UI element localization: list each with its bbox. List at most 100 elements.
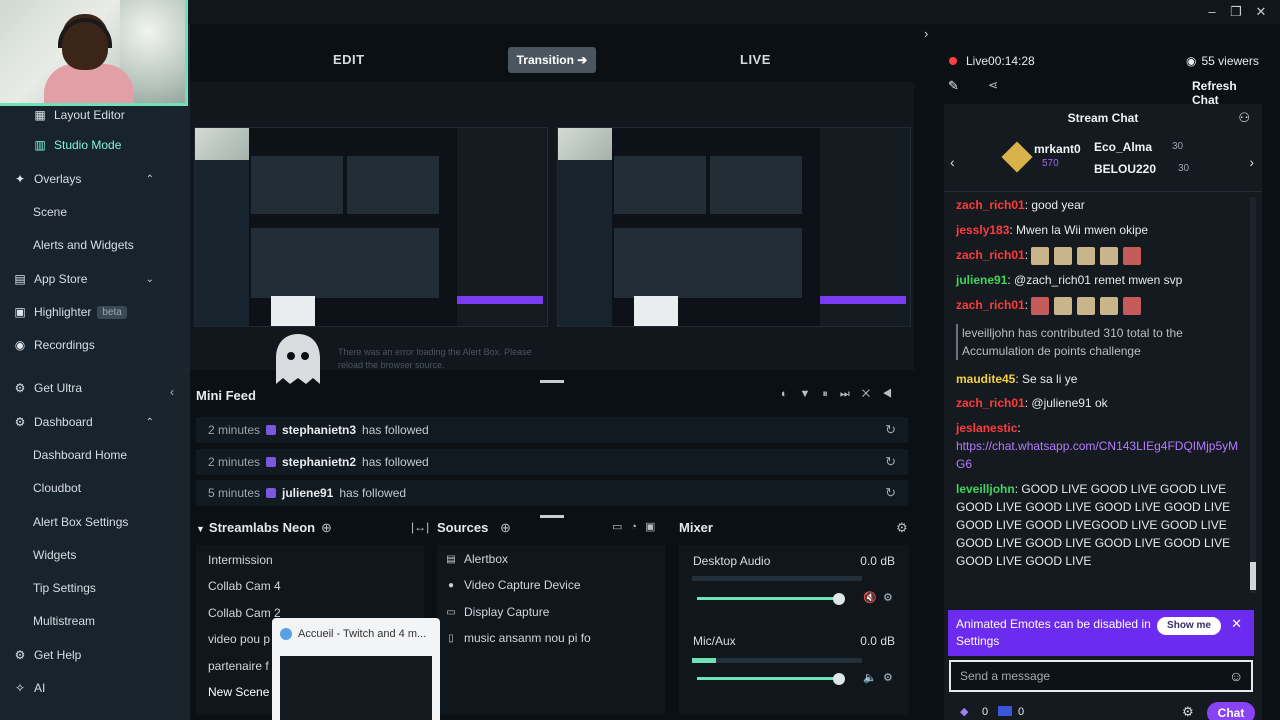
sidebar-item-recordings[interactable]: ◉ Recordings: [0, 330, 162, 360]
emote-image: [1031, 296, 1050, 315]
chevron-up-icon: ⌃: [145, 416, 154, 428]
popup-thumbnail: [280, 656, 432, 720]
sidebar-item-dashboard[interactable]: ⚙ Dashboard ⌃: [0, 407, 162, 437]
sidebar-item-overlays[interactable]: ✦ Overlays ⌃: [0, 164, 162, 194]
scene-item[interactable]: Intermission: [208, 553, 273, 567]
chat-message: zach_rich01: good year: [956, 198, 1085, 212]
camera-icon: ●: [447, 579, 455, 591]
feed-row[interactable]: 2 minutes stephanietn3 has followed ↻: [196, 417, 908, 443]
sidebar-item-get-ultra[interactable]: ⚙ Get Ultra: [0, 373, 162, 403]
scene-item-selected[interactable]: New Scene: [208, 685, 269, 699]
minimize-icon[interactable]: –: [1203, 3, 1221, 21]
sidebar-item-multistream[interactable]: Multistream: [0, 606, 162, 636]
mini-feed-toolbar[interactable]: ◐▼⏸⏭✕◀: [781, 388, 904, 401]
scene-transition-icon[interactable]: |↔|: [411, 520, 429, 534]
sidebar-item-widgets[interactable]: Widgets: [0, 540, 162, 570]
music-file-icon: ▯: [448, 632, 454, 644]
chat-input[interactable]: Send a message: [949, 660, 1253, 692]
gear-icon[interactable]: ⚙: [883, 591, 893, 604]
person-shirt: [44, 64, 134, 103]
emote-image: [1054, 296, 1073, 315]
add-source-icon[interactable]: ⊕: [500, 520, 511, 536]
chat-scrollbar[interactable]: [1250, 197, 1256, 593]
follow-icon: [266, 425, 276, 435]
gear-icon[interactable]: ⚙: [883, 671, 893, 684]
bits-icon: ◆: [960, 706, 969, 718]
collapse-sidebar-icon[interactable]: ‹: [170, 385, 174, 399]
volume-slider[interactable]: [697, 677, 843, 680]
animated-emotes-banner: Animated Emotes can be disabled in Setti…: [948, 610, 1254, 656]
taskbar-preview-popup[interactable]: Accueil - Twitch and 4 m...: [272, 618, 440, 720]
resize-handle[interactable]: [540, 515, 564, 518]
source-item[interactable]: ● Video Capture Device: [445, 578, 581, 592]
collapse-chat-icon[interactable]: ›: [924, 26, 928, 41]
source-item[interactable]: ▤ Alertbox: [445, 552, 508, 566]
chat-message: zach_rich01:: [956, 246, 1246, 265]
chat-send-button[interactable]: Chat: [1207, 702, 1255, 720]
live-label[interactable]: LIVE: [740, 52, 771, 67]
close-icon[interactable]: ✕: [1231, 616, 1242, 632]
user-list-icon[interactable]: ⚇: [1238, 110, 1250, 126]
chevron-right-icon[interactable]: ›: [1249, 154, 1254, 170]
sidebar-item-app-store[interactable]: ▤ App Store ⌄: [0, 264, 162, 294]
chat-settings-icon[interactable]: ⚙: [1182, 704, 1194, 720]
preview-webcam-thumb: [195, 128, 249, 160]
chat-link[interactable]: https://chat.whatsapp.com/CN143LIEg4FDQI…: [956, 437, 1246, 473]
sidebar-item-tip-settings[interactable]: Tip Settings: [0, 573, 162, 603]
replay-icon[interactable]: ↻: [885, 454, 896, 470]
mixer-settings-icon[interactable]: ⚙: [896, 520, 908, 536]
feed-row[interactable]: 5 minutes juliene91 has followed ↻: [196, 480, 908, 506]
emote-image: [1100, 296, 1119, 315]
mini-feed-header: Mini Feed ◐▼⏸⏭✕◀: [190, 384, 914, 408]
replay-icon[interactable]: ↻: [885, 485, 896, 501]
leader-second-name: Eco_Alma: [1094, 140, 1153, 154]
sidebar-item-get-help[interactable]: ⚙ Get Help: [0, 640, 162, 670]
popup-title: Accueil - Twitch and 4 m...: [298, 628, 427, 640]
sidebar-item-alerts-widgets[interactable]: Alerts and Widgets: [0, 230, 162, 260]
volume-slider[interactable]: [697, 597, 843, 600]
refresh-chat-button[interactable]: Refresh Chat: [1192, 79, 1260, 107]
volume-slider-knob[interactable]: [833, 673, 845, 685]
scene-item[interactable]: Collab Cam 4: [208, 579, 281, 593]
follow-icon: [266, 457, 276, 467]
replay-icon[interactable]: ↻: [885, 422, 896, 438]
alert-box-error: There was an error loading the Alert Box…: [338, 347, 532, 370]
mute-icon[interactable]: 🔇: [863, 591, 877, 604]
stream-chat-title: Stream Chat: [1067, 111, 1139, 125]
sidebar-item-highlighter[interactable]: ▣ Highlighter beta: [0, 297, 162, 327]
live-preview[interactable]: [557, 127, 911, 327]
scene-item[interactable]: partenaire f: [208, 659, 269, 673]
resize-handle[interactable]: [540, 380, 564, 383]
chevron-down-icon: ▼: [196, 524, 205, 534]
mixer-channel-label: Desktop Audio: [693, 554, 771, 568]
scene-item[interactable]: Collab Cam 2: [208, 606, 281, 620]
emoji-icon[interactable]: ☺: [1229, 668, 1243, 684]
sidebar-item-dashboard-home[interactable]: Dashboard Home: [0, 440, 162, 470]
source-item[interactable]: ▭ Display Capture: [445, 605, 549, 619]
transition-button[interactable]: Transition ➔: [508, 47, 596, 73]
speaker-icon[interactable]: 🔈: [863, 671, 877, 684]
edit-preview[interactable]: [194, 127, 548, 327]
help-icon: ⚙: [14, 648, 26, 662]
sidebar-item-cloudbot[interactable]: Cloudbot: [0, 473, 162, 503]
sidebar-item-scene[interactable]: Scene: [0, 197, 162, 227]
sidebar-item-alert-box-settings[interactable]: Alert Box Settings: [0, 507, 162, 537]
chat-scroll-thumb[interactable]: [1250, 562, 1256, 590]
source-item[interactable]: ▯ music ansanm nou pi fo: [445, 631, 591, 645]
overlays-icon: ✦: [14, 172, 26, 186]
volume-slider-knob[interactable]: [833, 593, 845, 605]
maximize-icon[interactable]: ❐: [1227, 3, 1245, 21]
add-scene-icon[interactable]: ⊕: [321, 520, 332, 536]
sidebar-item-studio-mode[interactable]: ▥ Studio Mode: [0, 130, 162, 160]
feed-row[interactable]: 2 minutes stephanietn2 has followed ↻: [196, 449, 908, 475]
close-icon[interactable]: ✕: [1252, 3, 1270, 21]
edit-label[interactable]: EDIT: [333, 52, 365, 67]
share-icon[interactable]: ⋖: [988, 78, 998, 92]
edit-pencil-icon[interactable]: ✎: [948, 78, 959, 94]
leader-first-points: 570: [1042, 158, 1059, 169]
show-me-button[interactable]: Show me: [1157, 617, 1221, 635]
scene-item[interactable]: video pou p: [208, 632, 270, 646]
chevron-left-icon[interactable]: ‹: [950, 154, 955, 170]
source-tools-icons[interactable]: ▭◔▣: [612, 520, 663, 533]
sidebar-item-ai[interactable]: ✧ AI: [0, 673, 162, 703]
